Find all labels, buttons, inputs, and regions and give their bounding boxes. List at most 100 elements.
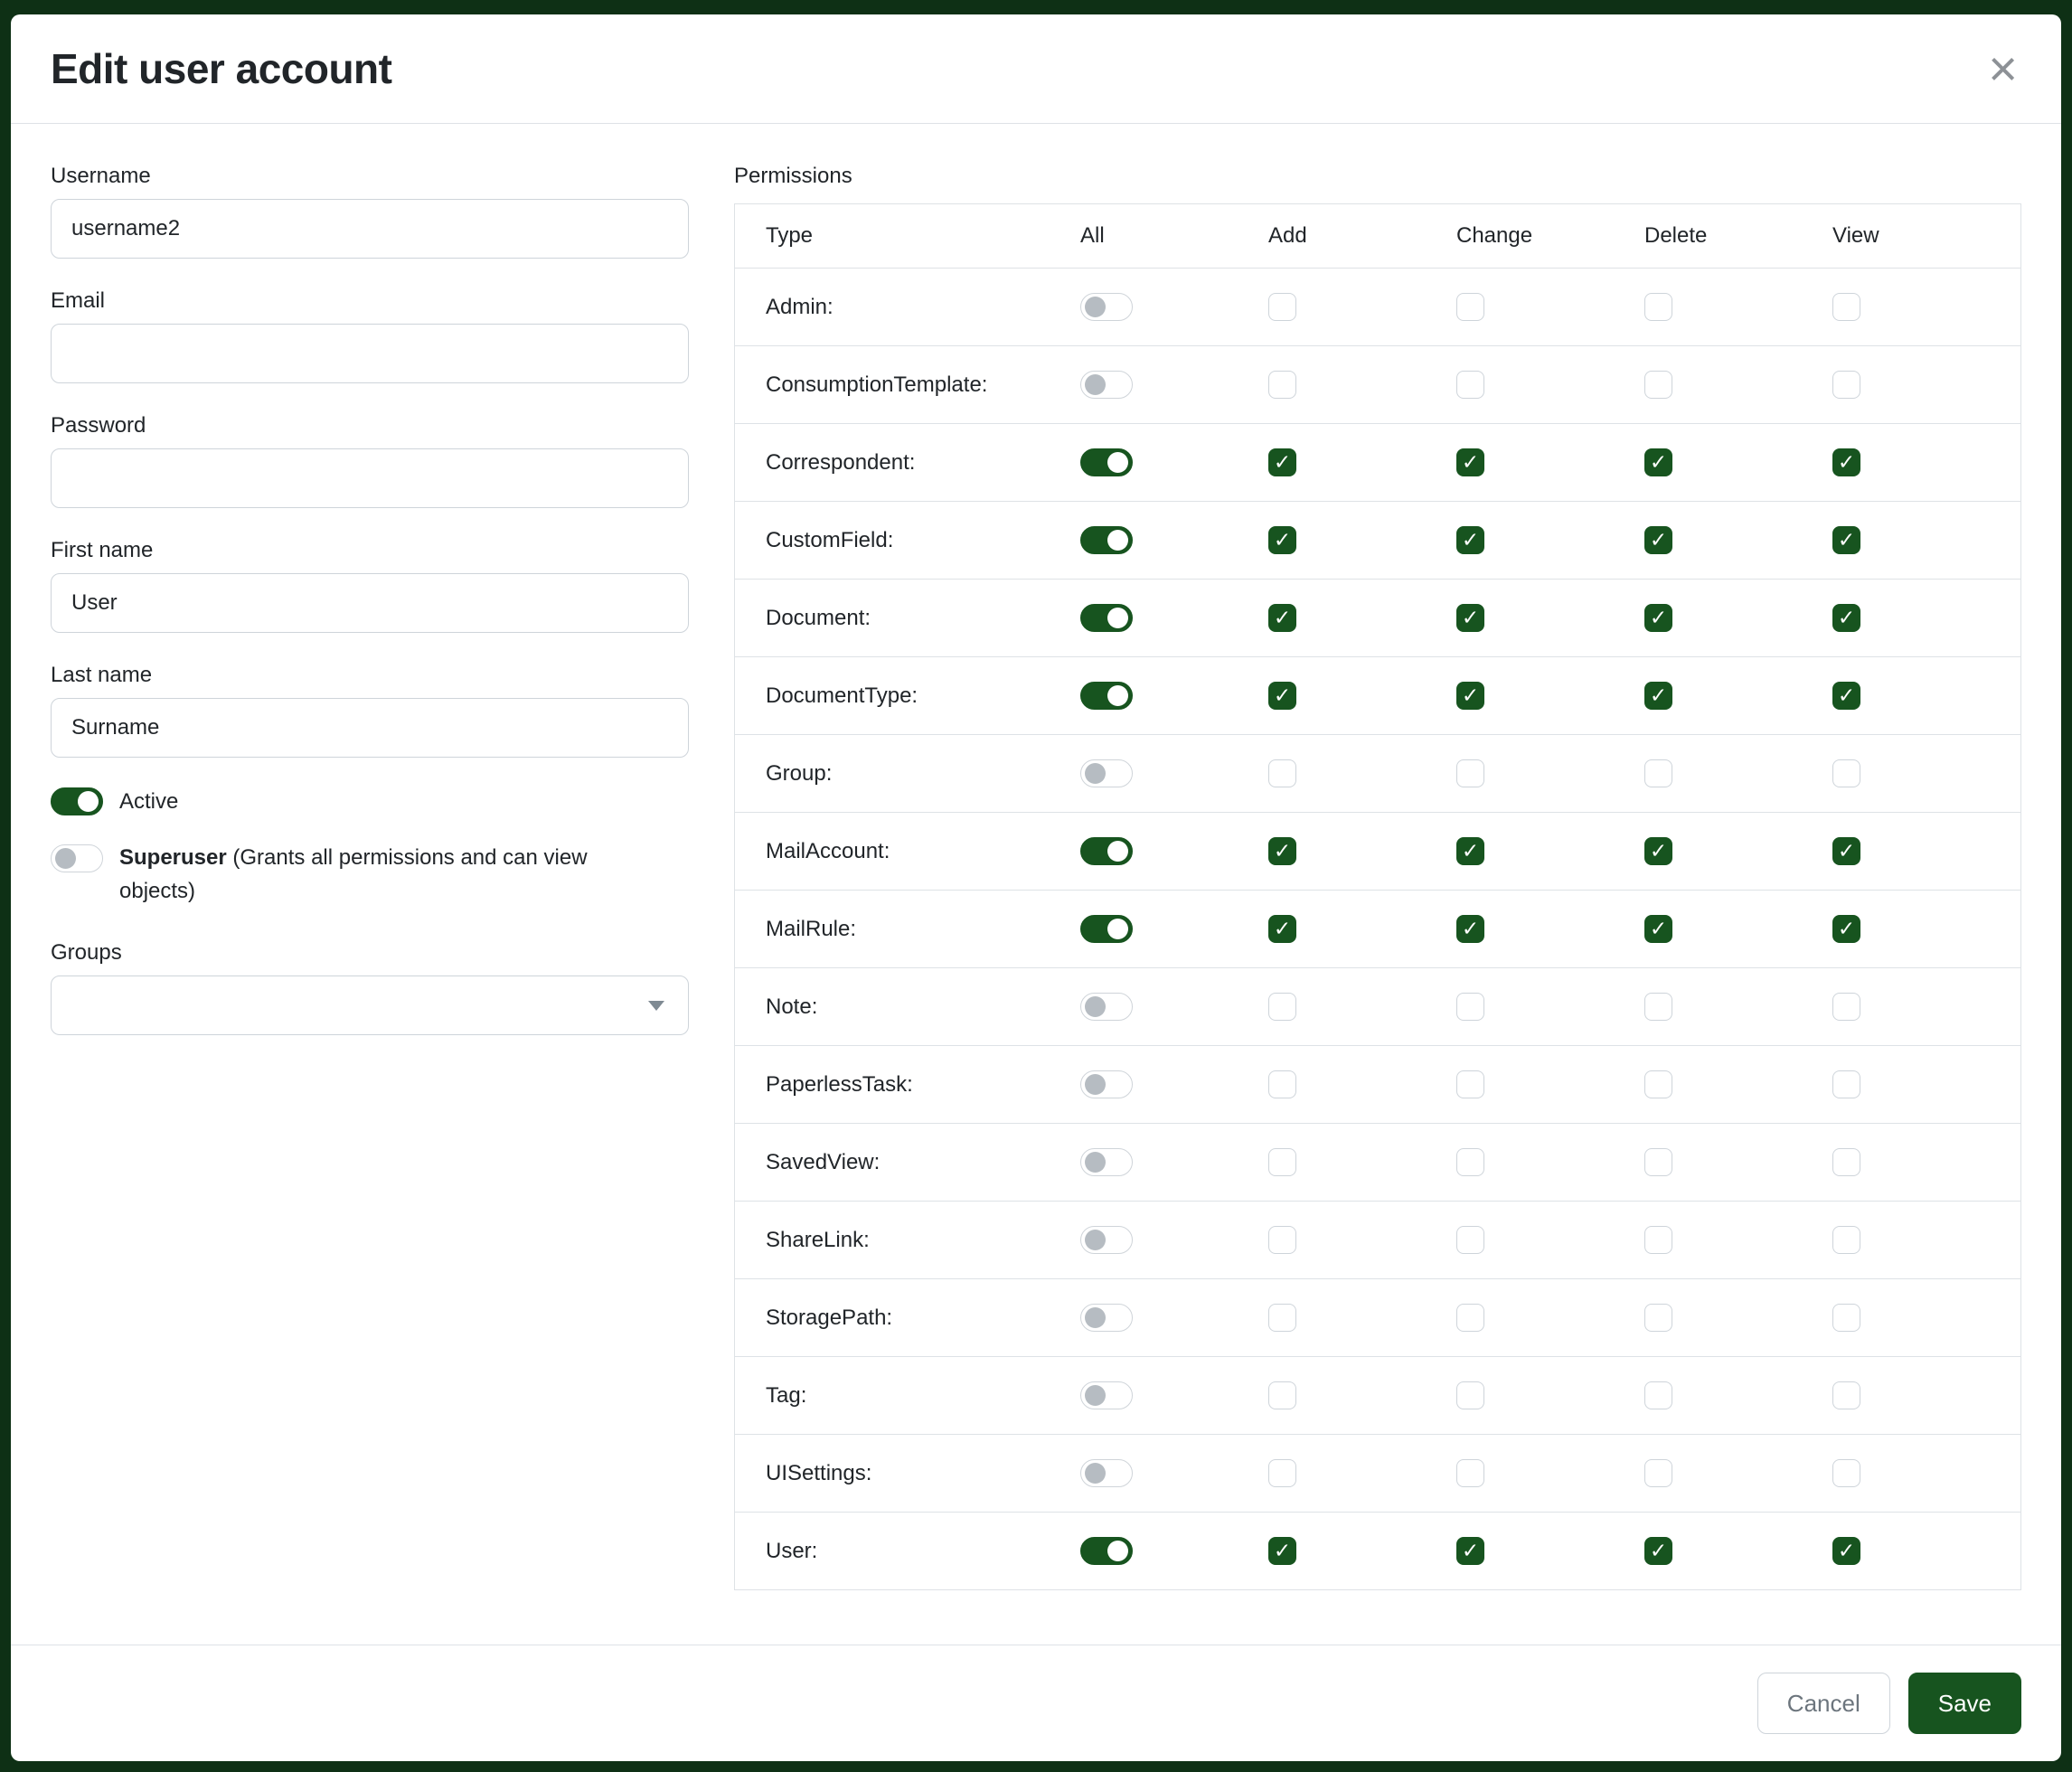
- username-input[interactable]: [51, 199, 689, 259]
- permission-delete-checkbox[interactable]: [1644, 915, 1672, 943]
- permission-delete-checkbox[interactable]: [1644, 1381, 1672, 1409]
- permission-change-checkbox[interactable]: [1456, 1148, 1484, 1176]
- permission-all-toggle[interactable]: [1080, 293, 1133, 321]
- active-toggle[interactable]: [51, 787, 103, 815]
- permission-view-checkbox[interactable]: [1832, 448, 1860, 476]
- permission-change-checkbox[interactable]: [1456, 759, 1484, 787]
- permission-add-checkbox[interactable]: [1268, 448, 1296, 476]
- permission-add-checkbox[interactable]: [1268, 526, 1296, 554]
- groups-select[interactable]: [51, 976, 689, 1035]
- permission-all-toggle[interactable]: [1080, 604, 1133, 632]
- permission-view-checkbox[interactable]: [1832, 293, 1860, 321]
- last-name-field[interactable]: [51, 698, 689, 758]
- permission-all-toggle[interactable]: [1080, 448, 1133, 476]
- permission-all-toggle[interactable]: [1080, 1381, 1133, 1409]
- save-button[interactable]: Save: [1908, 1673, 2021, 1734]
- permission-delete-checkbox[interactable]: [1644, 1070, 1672, 1098]
- permission-all-toggle[interactable]: [1080, 1537, 1133, 1565]
- permission-change-checkbox[interactable]: [1456, 1381, 1484, 1409]
- permission-view-checkbox[interactable]: [1832, 1459, 1860, 1487]
- permission-change-checkbox[interactable]: [1456, 837, 1484, 865]
- close-icon[interactable]: ×: [1984, 43, 2021, 94]
- permission-add-checkbox[interactable]: [1268, 993, 1296, 1021]
- permission-type-label: SavedView:: [735, 1150, 1080, 1175]
- permission-add-checkbox[interactable]: [1268, 1148, 1296, 1176]
- permission-delete-checkbox[interactable]: [1644, 293, 1672, 321]
- permission-add-checkbox[interactable]: [1268, 293, 1296, 321]
- permission-add-checkbox[interactable]: [1268, 1459, 1296, 1487]
- permission-view-checkbox[interactable]: [1832, 526, 1860, 554]
- permission-change-checkbox[interactable]: [1456, 1459, 1484, 1487]
- permission-all-toggle[interactable]: [1080, 1070, 1133, 1098]
- permission-change-checkbox[interactable]: [1456, 1537, 1484, 1565]
- permission-view-checkbox[interactable]: [1832, 1537, 1860, 1565]
- permission-change-checkbox[interactable]: [1456, 1304, 1484, 1332]
- permission-delete-checkbox[interactable]: [1644, 371, 1672, 399]
- permission-all-toggle[interactable]: [1080, 993, 1133, 1021]
- permission-type-label: Correspondent:: [735, 450, 1080, 476]
- permission-change-checkbox[interactable]: [1456, 682, 1484, 710]
- permission-add-checkbox[interactable]: [1268, 682, 1296, 710]
- permission-view-checkbox[interactable]: [1832, 1226, 1860, 1254]
- permission-all-toggle[interactable]: [1080, 837, 1133, 865]
- permission-change-checkbox[interactable]: [1456, 448, 1484, 476]
- permission-delete-checkbox[interactable]: [1644, 604, 1672, 632]
- permission-view-checkbox[interactable]: [1832, 993, 1860, 1021]
- permission-delete-checkbox[interactable]: [1644, 448, 1672, 476]
- permission-add-checkbox[interactable]: [1268, 759, 1296, 787]
- permission-delete-checkbox[interactable]: [1644, 1537, 1672, 1565]
- permission-change-checkbox[interactable]: [1456, 371, 1484, 399]
- permission-view-checkbox[interactable]: [1832, 1070, 1860, 1098]
- permission-view-checkbox[interactable]: [1832, 1304, 1860, 1332]
- permission-view-checkbox[interactable]: [1832, 1381, 1860, 1409]
- permission-change-checkbox[interactable]: [1456, 293, 1484, 321]
- permission-view-checkbox[interactable]: [1832, 604, 1860, 632]
- permission-delete-checkbox[interactable]: [1644, 837, 1672, 865]
- permission-all-toggle[interactable]: [1080, 682, 1133, 710]
- first-name-field[interactable]: [51, 573, 689, 633]
- permission-delete-checkbox[interactable]: [1644, 526, 1672, 554]
- superuser-text: Superuser (Grants all permissions and ca…: [119, 841, 631, 908]
- permission-delete-checkbox[interactable]: [1644, 1226, 1672, 1254]
- permission-all-toggle[interactable]: [1080, 371, 1133, 399]
- permission-row: Correspondent:: [735, 423, 2020, 501]
- password-field[interactable]: [51, 448, 689, 508]
- permission-delete-checkbox[interactable]: [1644, 682, 1672, 710]
- permission-delete-checkbox[interactable]: [1644, 993, 1672, 1021]
- permission-add-checkbox[interactable]: [1268, 1381, 1296, 1409]
- permission-add-checkbox[interactable]: [1268, 837, 1296, 865]
- permission-add-checkbox[interactable]: [1268, 1226, 1296, 1254]
- permission-delete-checkbox[interactable]: [1644, 1148, 1672, 1176]
- permission-change-checkbox[interactable]: [1456, 1226, 1484, 1254]
- permission-delete-checkbox[interactable]: [1644, 759, 1672, 787]
- permission-all-toggle[interactable]: [1080, 1148, 1133, 1176]
- permission-all-toggle[interactable]: [1080, 1304, 1133, 1332]
- permission-change-checkbox[interactable]: [1456, 526, 1484, 554]
- superuser-toggle[interactable]: [51, 844, 103, 872]
- permission-add-checkbox[interactable]: [1268, 371, 1296, 399]
- permission-delete-checkbox[interactable]: [1644, 1459, 1672, 1487]
- permission-all-toggle[interactable]: [1080, 1459, 1133, 1487]
- permission-delete-checkbox[interactable]: [1644, 1304, 1672, 1332]
- cancel-button[interactable]: Cancel: [1757, 1673, 1890, 1734]
- permission-change-checkbox[interactable]: [1456, 915, 1484, 943]
- permission-change-checkbox[interactable]: [1456, 993, 1484, 1021]
- permission-add-checkbox[interactable]: [1268, 1304, 1296, 1332]
- permission-all-toggle[interactable]: [1080, 759, 1133, 787]
- permission-all-toggle[interactable]: [1080, 1226, 1133, 1254]
- permission-view-checkbox[interactable]: [1832, 682, 1860, 710]
- permission-all-toggle[interactable]: [1080, 526, 1133, 554]
- permission-add-checkbox[interactable]: [1268, 915, 1296, 943]
- permission-change-checkbox[interactable]: [1456, 604, 1484, 632]
- permission-all-toggle[interactable]: [1080, 915, 1133, 943]
- permission-view-checkbox[interactable]: [1832, 759, 1860, 787]
- permission-view-checkbox[interactable]: [1832, 837, 1860, 865]
- permission-add-checkbox[interactable]: [1268, 604, 1296, 632]
- permission-view-checkbox[interactable]: [1832, 1148, 1860, 1176]
- permission-view-checkbox[interactable]: [1832, 371, 1860, 399]
- permission-view-checkbox[interactable]: [1832, 915, 1860, 943]
- email-field[interactable]: [51, 324, 689, 383]
- permission-add-checkbox[interactable]: [1268, 1070, 1296, 1098]
- permission-change-checkbox[interactable]: [1456, 1070, 1484, 1098]
- permission-add-checkbox[interactable]: [1268, 1537, 1296, 1565]
